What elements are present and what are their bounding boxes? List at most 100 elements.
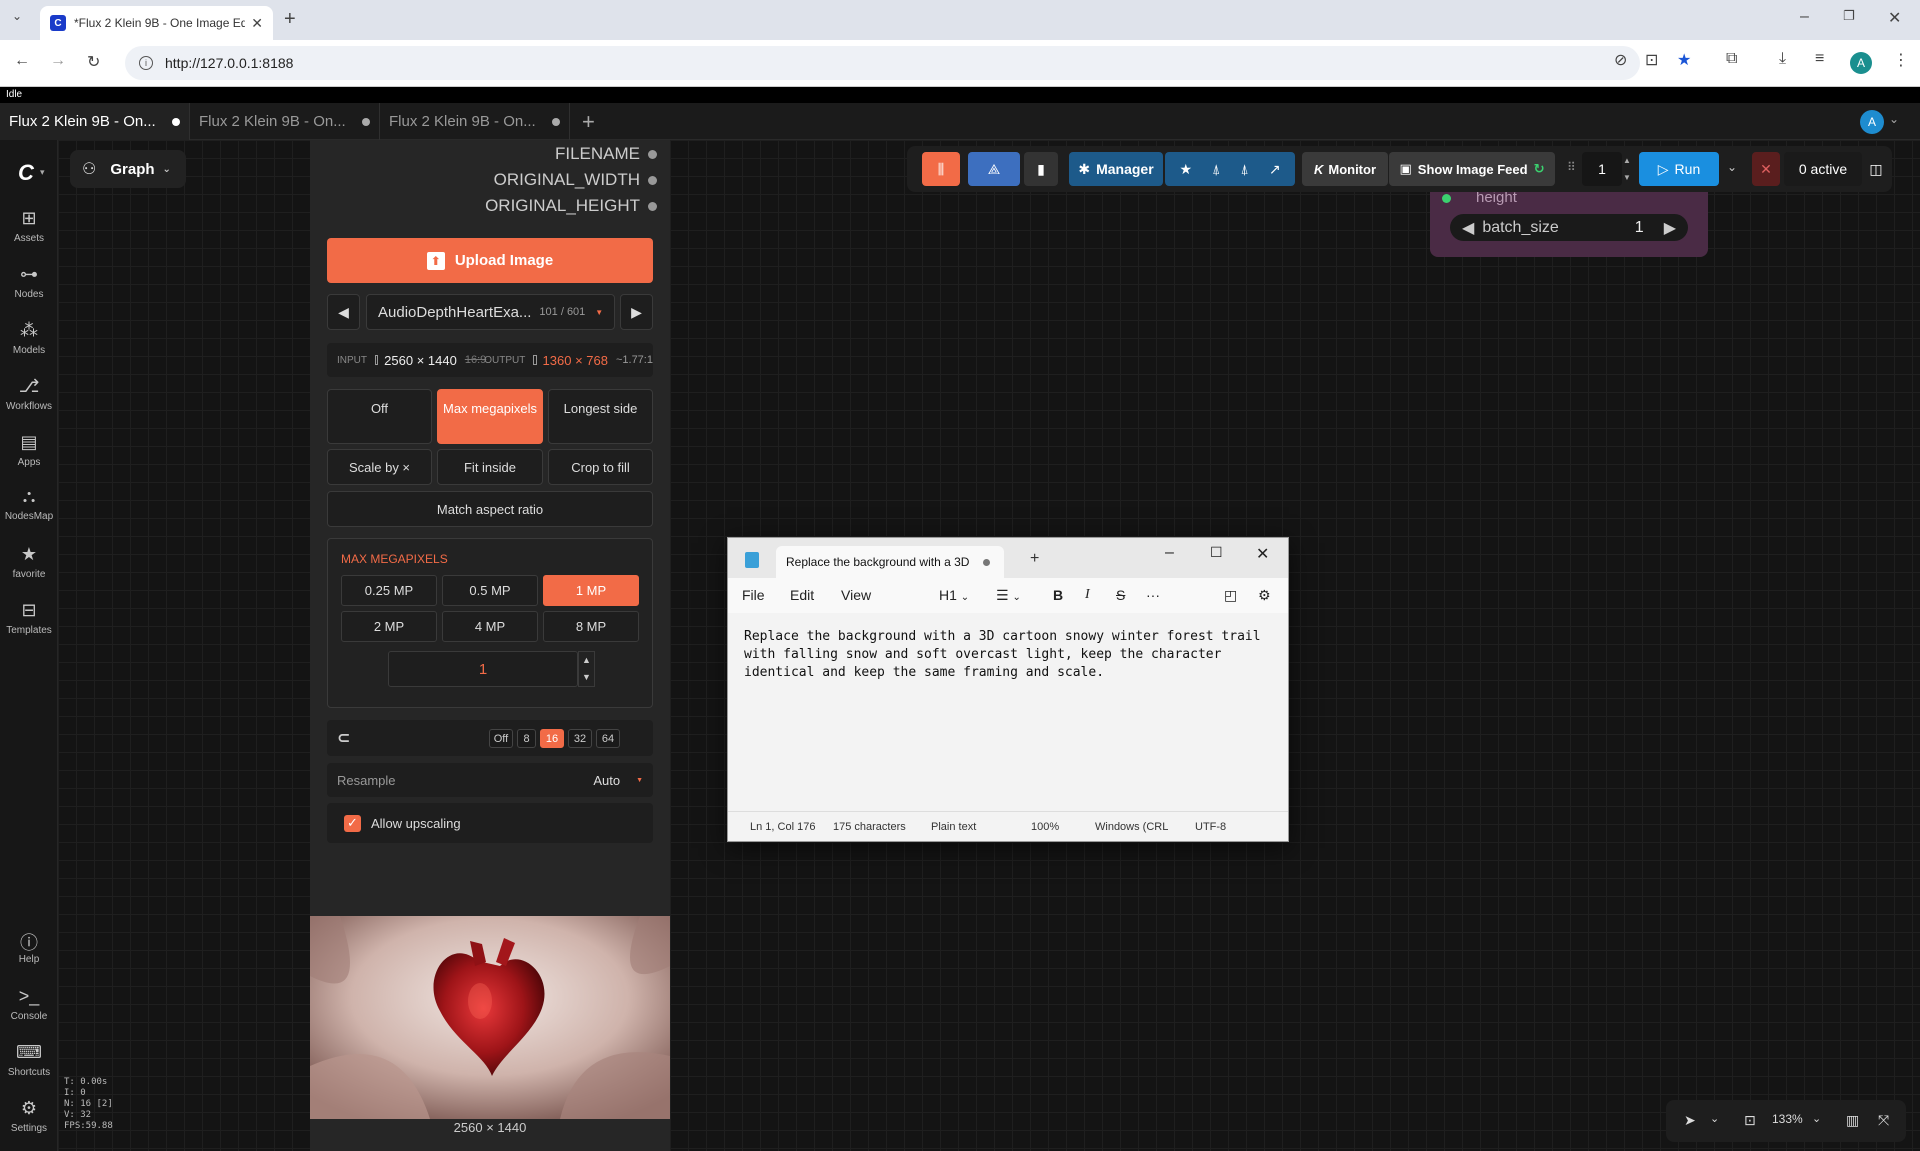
mp-option-button[interactable]: 0.5 MP — [442, 575, 538, 606]
bookmark-star-icon[interactable]: ★ — [1677, 50, 1691, 70]
megapixels-stepper[interactable]: ▲ ▼ — [578, 651, 595, 687]
input-slot-dot[interactable] — [1442, 194, 1451, 203]
workflow-tab-3[interactable]: Flux 2 Klein 9B - On... — [380, 103, 570, 140]
star-icon[interactable]: ★ — [1179, 161, 1192, 178]
mp-option-button[interactable]: 4 MP — [442, 611, 538, 642]
strikethrough-button[interactable]: S — [1116, 587, 1125, 603]
minimize-icon[interactable]: – — [1165, 544, 1174, 562]
mp-option-button[interactable]: 0.25 MP — [341, 575, 437, 606]
audio-wave-button[interactable]: ⫼ — [922, 152, 960, 186]
mode-crop-to-fill-button[interactable]: Crop to fill — [548, 449, 653, 485]
drag-handle-icon[interactable]: ⠿ — [1567, 160, 1576, 174]
snap-option[interactable]: 8 — [517, 729, 536, 748]
profile-avatar[interactable]: A — [1850, 52, 1872, 74]
mode-fit-inside-button[interactable]: Fit inside — [437, 449, 543, 485]
sidebar-item-models[interactable]: ⁂ Models — [0, 320, 58, 356]
sidebar-item-assets[interactable]: ⊞ Assets — [0, 208, 58, 244]
close-icon[interactable]: ✕ — [1256, 544, 1269, 564]
sidebar-item-console[interactable]: >_ Console — [0, 986, 58, 1022]
minimize-window-icon[interactable]: – — [1800, 8, 1809, 26]
gear-icon[interactable]: ⚙ — [1258, 587, 1271, 604]
close-window-icon[interactable]: ✕ — [1888, 8, 1901, 28]
sidebar-item-workflows[interactable]: ⎇ Workflows — [0, 376, 58, 412]
prev-image-button[interactable]: ◀ — [327, 294, 360, 330]
sidebar-item-shortcuts[interactable]: ⌨ Shortcuts — [0, 1042, 58, 1078]
notepad-window[interactable]: Replace the background with a 3D + – ☐ ✕… — [727, 537, 1289, 842]
sidebar-item-help[interactable]: ⓘ Help — [0, 929, 58, 965]
sidebar-item-nodesmap[interactable]: ⛬ NodesMap — [0, 486, 58, 522]
menu-view[interactable]: View — [841, 587, 871, 603]
megapixels-input[interactable]: 1 — [388, 651, 578, 687]
italic-button[interactable]: I — [1085, 587, 1090, 603]
maximize-icon[interactable]: ☐ — [1210, 544, 1223, 561]
output-slot-dot[interactable] — [648, 175, 657, 185]
increment-icon[interactable]: ▶ — [1664, 218, 1676, 238]
snap-option[interactable]: 64 — [596, 729, 620, 748]
upload-image-button[interactable]: ⬆ Upload Image — [327, 238, 653, 283]
mp-option-button[interactable]: 8 MP — [543, 611, 639, 642]
load-image-node[interactable]: FILENAME ORIGINAL_WIDTH ORIGINAL_HEIGHT … — [310, 140, 670, 1151]
output-original-width[interactable]: ORIGINAL_WIDTH — [494, 170, 657, 190]
chevron-down-icon[interactable]: ⌄ — [1710, 1112, 1719, 1125]
sidebar-item-settings[interactable]: ⚙ Settings — [0, 1098, 58, 1134]
notepad-titlebar[interactable]: Replace the background with a 3D + – ☐ ✕ — [728, 538, 1288, 578]
manager-button[interactable]: ✱ Manager — [1069, 152, 1163, 186]
notepad-tab[interactable]: Replace the background with a 3D — [776, 546, 1004, 578]
new-browser-tab-icon[interactable]: + — [284, 8, 296, 31]
forward-icon[interactable]: → — [50, 52, 66, 70]
scale-alt-icon[interactable]: ⍋ — [1240, 161, 1248, 178]
url-field[interactable]: i http://127.0.0.1:8188 — [125, 46, 1640, 80]
notepad-new-tab-icon[interactable]: + — [1030, 550, 1039, 568]
empty-latent-node[interactable]: height ◀ batch_size 1 ▶ — [1430, 187, 1708, 257]
menu-file[interactable]: File — [742, 587, 765, 603]
workflow-tab-1[interactable]: Flux 2 Klein 9B - On... — [0, 103, 190, 140]
browser-tab[interactable]: C *Flux 2 Klein 9B - One Image Ed ✕ — [40, 6, 273, 40]
next-image-button[interactable]: ▶ — [620, 294, 653, 330]
toggle-panel-button[interactable]: ◫ — [1862, 152, 1890, 186]
output-filename[interactable]: FILENAME — [555, 144, 657, 164]
scale-icon[interactable]: ⍋ — [1212, 161, 1220, 178]
sidebar-item-nodes[interactable]: ⊶ Nodes — [0, 264, 58, 300]
tab-search-icon[interactable]: ⌄ — [12, 9, 22, 23]
menu-edit[interactable]: Edit — [790, 587, 814, 603]
queue-count-input[interactable]: 1 — [1582, 152, 1622, 186]
output-slot-dot[interactable] — [648, 149, 657, 159]
share-icon[interactable]: ↗ — [1269, 161, 1281, 178]
new-workflow-tab-icon[interactable]: + — [582, 109, 595, 135]
run-options-chevron-icon[interactable]: ⌄ — [1727, 160, 1737, 174]
user-avatar[interactable]: A — [1860, 110, 1884, 134]
mode-match-aspect-button[interactable]: Match aspect ratio — [327, 491, 653, 527]
graph-menu-button[interactable]: ⚇ Graph ⌄ — [70, 150, 186, 188]
site-info-icon[interactable]: i — [139, 56, 153, 70]
comfy-logo-icon[interactable]: C — [18, 160, 34, 186]
sidebar-item-favorite[interactable]: ★ favorite — [0, 544, 58, 580]
mp-option-button[interactable]: 1 MP — [543, 575, 639, 606]
mode-longest-side-button[interactable]: Longest side — [548, 389, 653, 444]
heading-select[interactable]: H1 ⌄ — [939, 587, 969, 603]
active-queue-button[interactable]: 0 active — [1784, 152, 1862, 186]
snap-option[interactable]: 16 — [540, 729, 564, 748]
queue-count-stepper[interactable]: ▲ ▼ — [1620, 152, 1634, 186]
install-app-icon[interactable]: ⊡ — [1645, 50, 1658, 70]
bookmark-button[interactable]: ▮ — [1024, 152, 1058, 186]
workflow-tab-2[interactable]: Flux 2 Klein 9B - On... — [190, 103, 380, 140]
run-button[interactable]: ▷ Run — [1639, 152, 1719, 186]
no-tracking-icon[interactable]: ⊘ — [1614, 50, 1627, 70]
sidebar-item-templates[interactable]: ⊟ Templates — [0, 600, 58, 636]
sidebar-item-apps[interactable]: ▤ Apps — [0, 432, 58, 468]
decrement-icon[interactable]: ◀ — [1462, 218, 1474, 238]
notepad-text-area[interactable]: Replace the background with a 3D cartoon… — [744, 628, 1274, 682]
batch-size-widget[interactable]: ◀ batch_size 1 ▶ — [1450, 214, 1688, 241]
output-original-height[interactable]: ORIGINAL_HEIGHT — [485, 196, 657, 216]
chevron-down-icon[interactable]: ⌄ — [1889, 112, 1899, 126]
fit-view-icon[interactable]: ⊡ — [1744, 1112, 1756, 1129]
image-select[interactable]: AudioDepthHeartExa... 101 / 601 ▼ — [366, 294, 615, 330]
chevron-down-icon[interactable]: ▾ — [40, 167, 45, 178]
logo-button[interactable]: ⟁ — [968, 152, 1020, 186]
snap-option[interactable]: 32 — [568, 729, 592, 748]
mp-option-button[interactable]: 2 MP — [341, 611, 437, 642]
bold-button[interactable]: B — [1053, 587, 1063, 603]
show-image-feed-button[interactable]: ▣ Show Image Feed ↻ — [1389, 152, 1555, 186]
mode-scale-by-button[interactable]: Scale by × — [327, 449, 432, 485]
download-icon[interactable]: ⤓ — [1779, 50, 1786, 68]
